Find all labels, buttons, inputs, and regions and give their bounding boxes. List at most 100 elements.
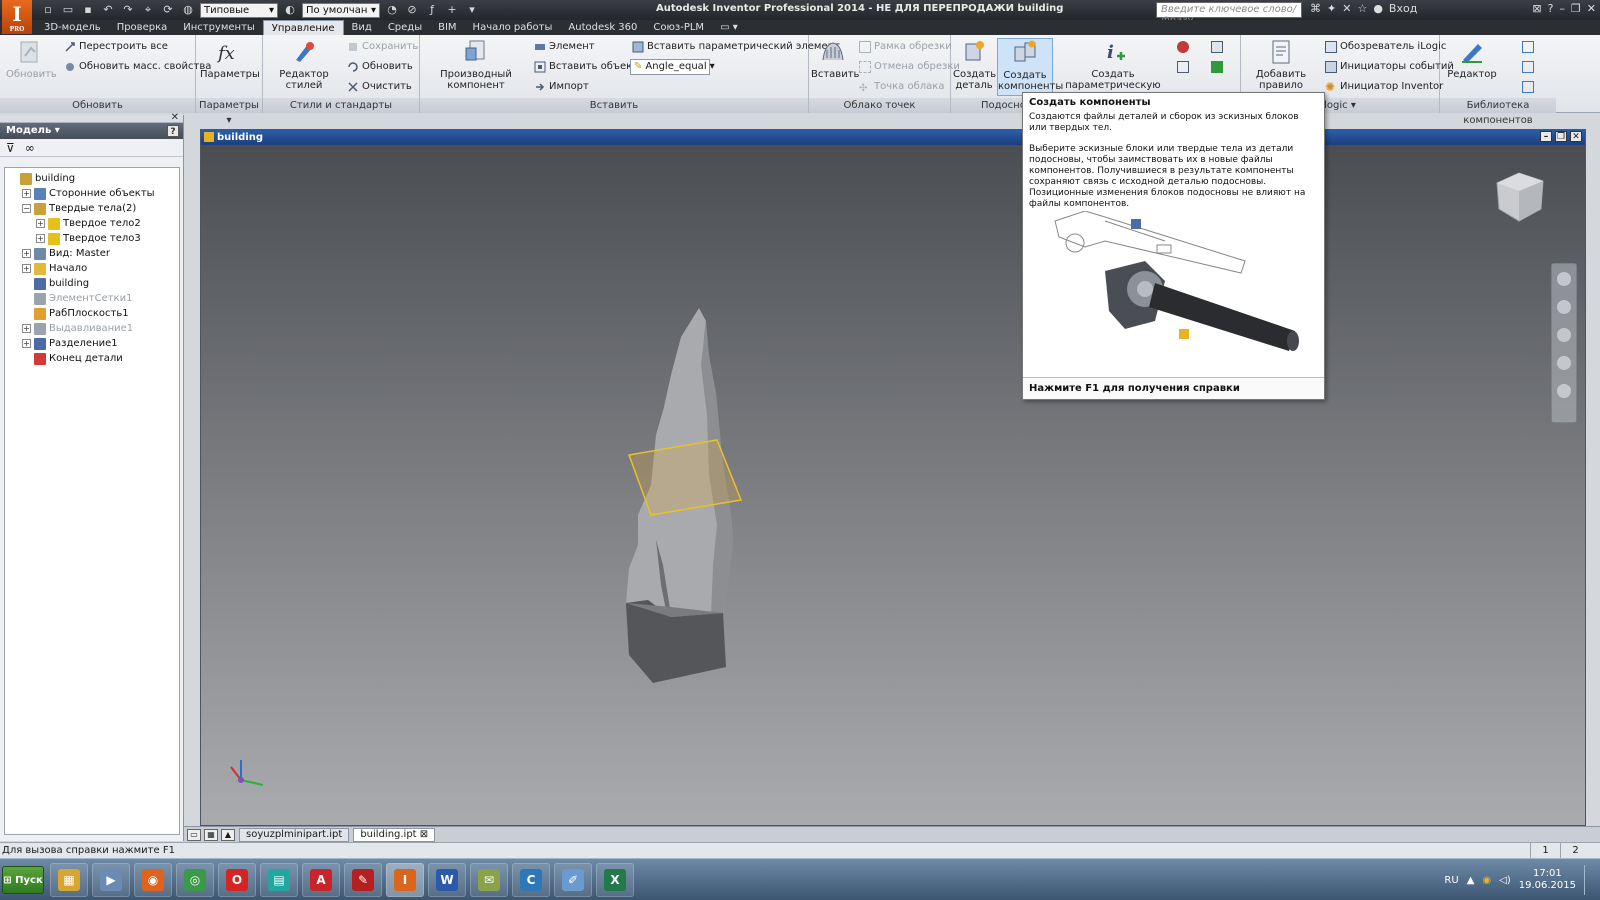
chevron-down-icon[interactable]: ▾ bbox=[226, 115, 231, 126]
start-button[interactable]: ⊞ Пуск bbox=[2, 866, 44, 894]
tree-node[interactable]: + Вид: Master bbox=[5, 246, 179, 261]
expand-icon[interactable]: + bbox=[22, 189, 31, 198]
add-rule-button[interactable]: Добавить правило bbox=[1241, 38, 1321, 91]
layout-tool-3[interactable] bbox=[1211, 39, 1223, 55]
purge-style-button[interactable]: Очистить bbox=[347, 79, 412, 95]
tree-node[interactable]: − Твердые тела(2) bbox=[5, 201, 179, 216]
document-title-bar[interactable]: building – ❐ ✕ bbox=[201, 130, 1585, 145]
look-at-icon[interactable] bbox=[1557, 384, 1571, 398]
steering-wheel-icon[interactable] bbox=[1557, 272, 1571, 286]
make-part-button[interactable]: Создать деталь bbox=[953, 38, 996, 91]
show-desktop-button[interactable] bbox=[1584, 865, 1594, 895]
taskbar-app-calc[interactable]: ▤ bbox=[260, 863, 298, 897]
tree-node[interactable]: + Сторонние объекты bbox=[5, 186, 179, 201]
library-tool-1[interactable] bbox=[1522, 39, 1534, 55]
select-icon[interactable]: ⌖ bbox=[140, 3, 156, 17]
update-style-button[interactable]: Обновить bbox=[347, 59, 413, 75]
zoom-icon[interactable] bbox=[1557, 328, 1571, 342]
exchange-icon[interactable]: ✕ bbox=[1342, 2, 1351, 15]
close-button[interactable]: ✕ bbox=[1587, 2, 1596, 15]
tree-node[interactable]: Конец детали bbox=[5, 351, 179, 366]
taskbar-app-notes[interactable]: ✉ bbox=[470, 863, 508, 897]
binoculars-icon[interactable]: ∞ bbox=[25, 141, 35, 155]
browser-grip[interactable]: ✕ bbox=[0, 112, 183, 123]
expand-icon[interactable]: + bbox=[36, 234, 45, 243]
ribbon-tab[interactable]: Инструменты bbox=[175, 20, 263, 35]
taskbar-app-firefox[interactable]: ◉ bbox=[134, 863, 172, 897]
doc-minimize-button[interactable]: – bbox=[1540, 131, 1552, 142]
insert-object-button[interactable]: Вставить объект bbox=[534, 59, 638, 75]
tree-node[interactable]: + Твердое тело2 bbox=[5, 216, 179, 231]
ribbon-tab[interactable]: Управление bbox=[262, 20, 344, 35]
ribbon-tab[interactable]: BIM bbox=[430, 20, 464, 35]
plus-icon[interactable]: + bbox=[444, 3, 460, 17]
material-icon[interactable]: ◍ bbox=[180, 3, 196, 17]
cascade-icon[interactable]: ▭ bbox=[187, 828, 201, 841]
tab-list-icon[interactable]: ▲ bbox=[221, 828, 235, 841]
update-button[interactable]: Обновить bbox=[6, 38, 57, 80]
tile-icon[interactable]: ▦ bbox=[204, 828, 218, 841]
user-icon[interactable]: ● bbox=[1373, 2, 1383, 15]
taskbar-app-ccleaner[interactable]: C bbox=[512, 863, 550, 897]
new-file-icon[interactable]: ▫ bbox=[40, 3, 56, 17]
element-button[interactable]: Элемент bbox=[534, 39, 595, 55]
restore-button[interactable]: ❐ bbox=[1571, 2, 1581, 15]
undo-icon[interactable]: ↶ bbox=[100, 3, 116, 17]
crop-button[interactable]: Рамка обрезки bbox=[859, 39, 952, 55]
tree-node[interactable]: + Твердое тело3 bbox=[5, 231, 179, 246]
close-icon[interactable]: ⊠ bbox=[420, 829, 428, 840]
taskbar-app-autocad[interactable]: A bbox=[302, 863, 340, 897]
appearance-combo[interactable]: По умолчан ▾ bbox=[302, 2, 380, 18]
update-icon[interactable]: ⟳ bbox=[160, 3, 176, 17]
search-input[interactable]: Введите ключевое слово/фразу bbox=[1156, 2, 1302, 26]
appearance-icon[interactable]: ◐ bbox=[282, 3, 298, 17]
orbit-icon[interactable] bbox=[1557, 356, 1571, 370]
material-combo[interactable]: Типовые ▾ bbox=[200, 2, 278, 18]
ilogic-browser-button[interactable]: Обозреватель iLogic bbox=[1325, 39, 1446, 55]
customize-icon[interactable]: ▾ bbox=[464, 3, 480, 17]
event-triggers-button[interactable]: Инициаторы событий bbox=[1325, 59, 1454, 75]
close-icon[interactable]: ✕ bbox=[171, 112, 179, 123]
doc-tab-building[interactable]: building.ipt ⊠ bbox=[353, 827, 436, 842]
tree-node[interactable]: + Разделение1 bbox=[5, 336, 179, 351]
login-link[interactable]: Вход bbox=[1389, 2, 1417, 15]
taskbar-app-media[interactable]: ▶ bbox=[92, 863, 130, 897]
import-button[interactable]: Импорт bbox=[534, 79, 589, 95]
insert-cloud-button[interactable]: Вставить bbox=[811, 38, 859, 80]
tray-app-icon[interactable]: ◉ bbox=[1482, 875, 1491, 886]
tree-node[interactable]: ЭлементСетки1 bbox=[5, 291, 179, 306]
uncrop-button[interactable]: Отмена обрезки bbox=[859, 59, 960, 75]
chevron-down-icon[interactable]: ▾ bbox=[1351, 100, 1356, 111]
expand-icon[interactable]: + bbox=[22, 339, 31, 348]
star-icon[interactable]: ☆ bbox=[1357, 2, 1367, 15]
open-icon[interactable]: ▭ bbox=[60, 3, 76, 17]
tree-node[interactable]: + Выдавливание1 bbox=[5, 321, 179, 336]
style-editor-button[interactable]: Редактор стилей bbox=[267, 38, 341, 91]
minimize-button[interactable]: – bbox=[1559, 2, 1565, 15]
help-icon[interactable]: ? bbox=[1548, 2, 1554, 15]
tree-node[interactable]: + Начало bbox=[5, 261, 179, 276]
layout-tool-2[interactable] bbox=[1177, 59, 1189, 75]
expand-icon[interactable]: + bbox=[36, 219, 45, 228]
filter-icon[interactable]: ⊽ bbox=[6, 141, 15, 155]
exchange-apps-icon[interactable]: ⊠ bbox=[1532, 2, 1541, 15]
tree-node[interactable]: building bbox=[5, 276, 179, 291]
measure-icon[interactable]: ◔ bbox=[384, 3, 400, 17]
doc-close-button[interactable]: ✕ bbox=[1570, 131, 1582, 142]
clock[interactable]: 17:01 19.06.2015 bbox=[1519, 868, 1576, 892]
layout-tool-1[interactable] bbox=[1177, 39, 1189, 55]
save-style-button[interactable]: Сохранить bbox=[347, 39, 418, 55]
layout-tool-4[interactable] bbox=[1211, 59, 1223, 75]
volume-icon[interactable]: ◁) bbox=[1499, 875, 1511, 886]
collapse-icon[interactable]: − bbox=[22, 204, 31, 213]
derived-component-button[interactable]: Производный компонент bbox=[422, 38, 530, 91]
cloud-point-button[interactable]: ✣ Точка облака bbox=[859, 79, 944, 95]
taskbar-app-acrobat[interactable]: ✎ bbox=[344, 863, 382, 897]
pan-icon[interactable] bbox=[1557, 300, 1571, 314]
fx-icon[interactable]: ƒ bbox=[424, 3, 440, 17]
clear-override-icon[interactable]: ⊘ bbox=[404, 3, 420, 17]
expand-icon[interactable]: + bbox=[22, 249, 31, 258]
tree-node[interactable]: building bbox=[5, 171, 179, 186]
rebuild-all-button[interactable]: Перестроить все bbox=[64, 39, 168, 55]
graphics-viewport[interactable] bbox=[201, 145, 1585, 825]
